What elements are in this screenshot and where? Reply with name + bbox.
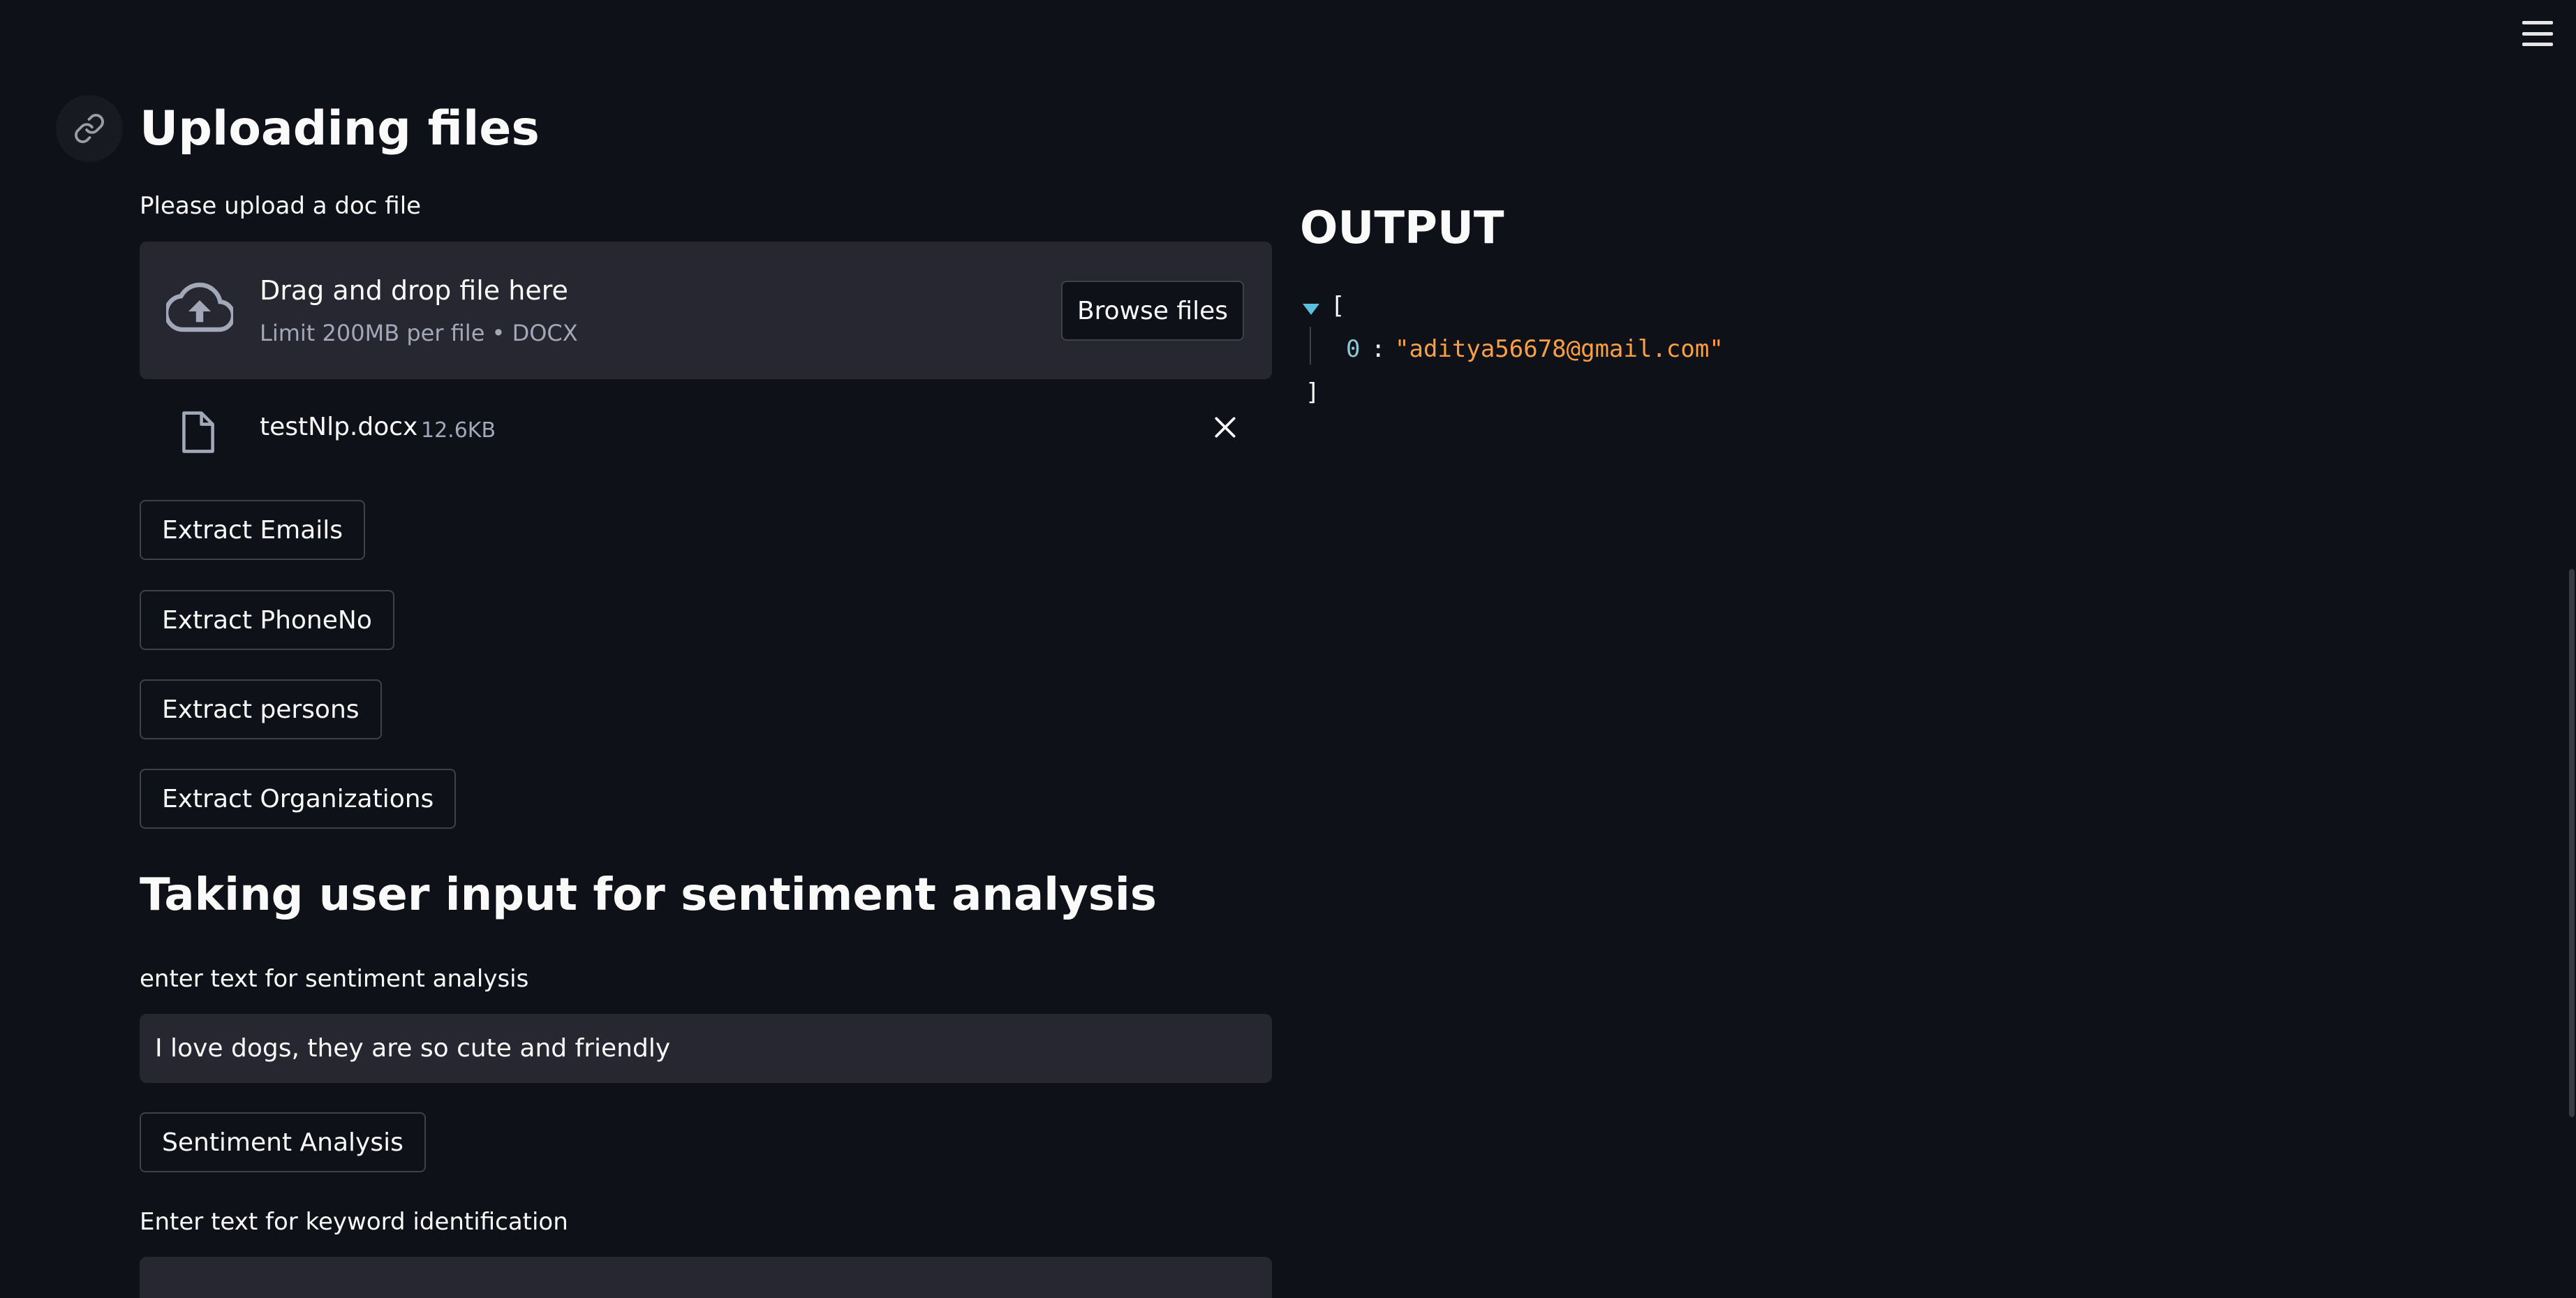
uploaded-file-size: 12.6KB [421, 418, 496, 443]
file-dropzone[interactable]: Drag and drop file here Limit 200MB per … [140, 242, 1272, 379]
extract-persons-button[interactable]: Extract persons [140, 679, 382, 739]
uploaded-file-row: testNlp.docx 12.6KB [140, 401, 1272, 457]
menu-line [2522, 21, 2553, 24]
cloud-upload-icon [163, 282, 236, 341]
json-item-value: "aditya56678@gmail.com" [1395, 335, 1724, 363]
json-item-key: 0 [1346, 335, 1361, 363]
json-indent-rail [1310, 327, 1311, 364]
page-title: Uploading files [140, 101, 540, 156]
extract-phone-button[interactable]: Extract PhoneNo [140, 590, 394, 650]
menu-line [2522, 31, 2553, 36]
sentiment-input-label: enter text for sentiment analysis [140, 965, 529, 993]
close-icon[interactable] [1212, 414, 1238, 443]
keyword-input-label: Enter text for keyword identification [140, 1208, 568, 1236]
uploaded-file-name: testNlp.docx [260, 413, 418, 441]
uploader-label: Please upload a doc file [140, 192, 422, 220]
hamburger-menu-icon[interactable] [2522, 21, 2553, 46]
page-scrollbar[interactable] [2568, 0, 2576, 1298]
scrollbar-thumb[interactable] [2569, 569, 2575, 1117]
extract-organizations-button[interactable]: Extract Organizations [140, 769, 457, 829]
json-open-bracket: [ [1331, 292, 1345, 320]
file-icon [179, 410, 218, 457]
dropzone-title: Drag and drop file here [260, 275, 568, 306]
sentiment-section-title: Taking user input for sentiment analysis [140, 869, 1157, 921]
link-icon[interactable] [56, 95, 123, 162]
browse-files-button[interactable]: Browse files [1061, 281, 1244, 341]
json-colon: : [1371, 335, 1386, 363]
menu-line [2522, 43, 2553, 46]
collapse-caret-icon[interactable] [1303, 293, 1319, 321]
dropzone-limit-text: Limit 200MB per file • DOCX [260, 320, 578, 346]
json-close-bracket: ] [1305, 378, 1320, 406]
keyword-text-input[interactable] [140, 1257, 1272, 1298]
output-title: OUTPUT [1300, 202, 1504, 254]
extract-emails-button[interactable]: Extract Emails [140, 500, 366, 560]
sentiment-analysis-button[interactable]: Sentiment Analysis [140, 1112, 426, 1172]
app-page: Uploading files Please upload a doc file… [0, 0, 2576, 1298]
sentiment-text-input[interactable] [140, 1014, 1272, 1083]
